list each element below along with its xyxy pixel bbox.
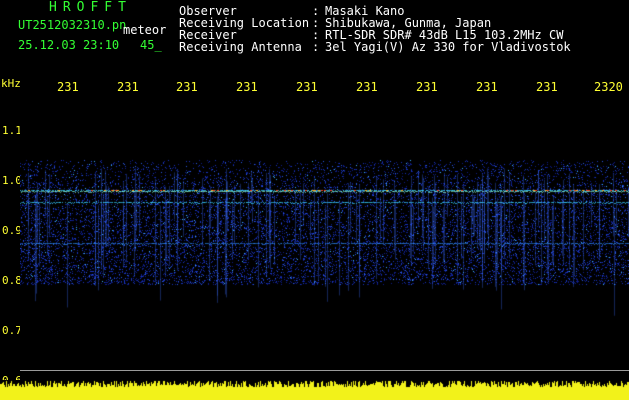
freq-tick: 0.8	[2, 274, 22, 287]
time-tick: 231	[476, 80, 498, 94]
antenna-sep: :	[312, 40, 320, 54]
time-tick: 231	[416, 80, 438, 94]
signal-level-strip	[0, 380, 629, 400]
khz-unit-label: kHz	[1, 77, 21, 90]
time-tick: 231	[236, 80, 258, 94]
baseline-divider	[20, 370, 629, 371]
date-time: 25.12.03 23:10	[18, 38, 120, 52]
spectrogram-waterfall	[20, 98, 629, 380]
time-tick: 231	[176, 80, 198, 94]
hrofft-screen: HROFFT UT2512032310.pn meteor 25.12.03 2…	[0, 0, 629, 400]
freq-tick: 1.1	[2, 124, 22, 137]
time-tick: 231	[117, 80, 139, 94]
meteor-count: 45_	[140, 38, 162, 52]
time-tick: 231	[296, 80, 318, 94]
time-tick: 2320	[594, 80, 623, 94]
freq-tick: 0.7	[2, 324, 22, 337]
antenna-value: 3el Yagi(V) Az 330 for Vladivostok	[325, 40, 571, 54]
freq-tick: 0.9	[2, 224, 22, 237]
time-tick: 231	[356, 80, 378, 94]
time-tick: 231	[536, 80, 558, 94]
antenna-label: Receiving Antenna	[179, 40, 302, 54]
meteor-label: meteor	[123, 23, 167, 37]
file-name: UT2512032310.pn	[18, 18, 127, 32]
freq-tick: 1.0	[2, 174, 22, 187]
app-title: HROFFT	[49, 0, 132, 15]
time-tick: 231	[57, 80, 79, 94]
